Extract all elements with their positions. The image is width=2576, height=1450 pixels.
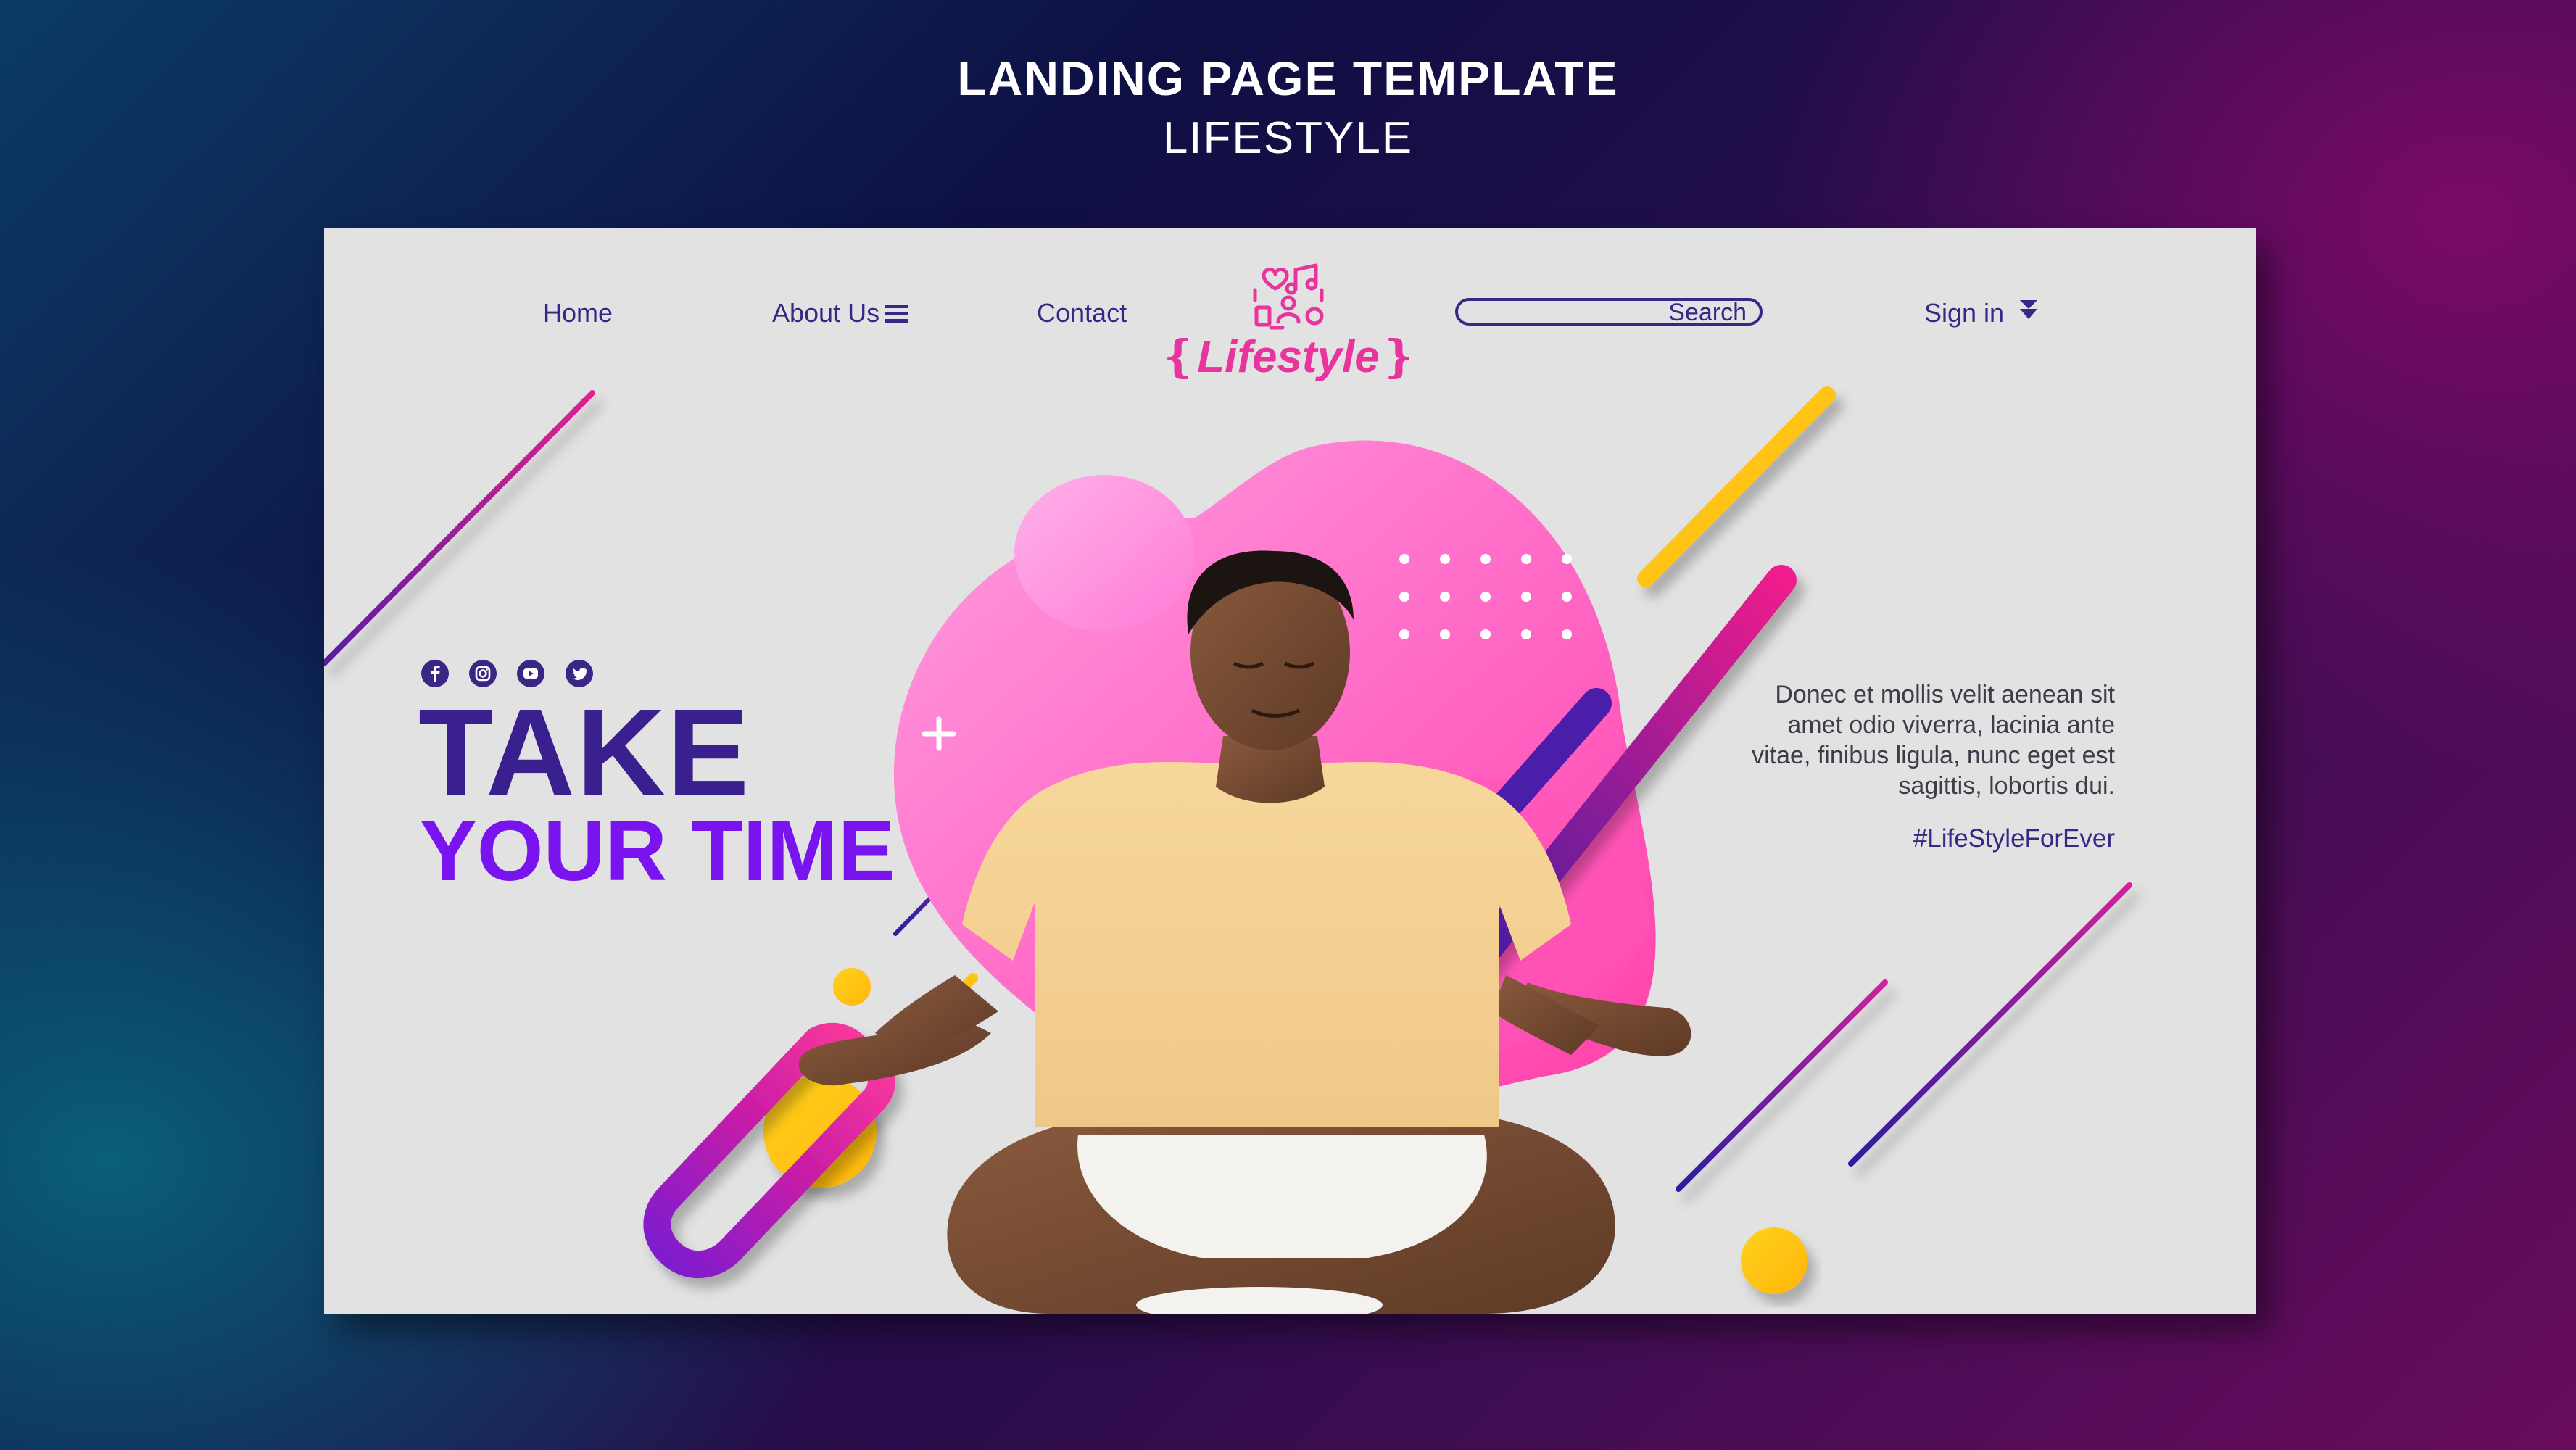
hero-headline-line2: YOUR TIME (420, 803, 895, 899)
logo-text[interactable]: ❴Lifestyle❵ (1107, 330, 1470, 383)
nav-home-link[interactable]: Home (543, 298, 613, 328)
hero-headline-line1: TAKE (418, 684, 751, 821)
chevron-down-icon (2020, 300, 2038, 319)
nav-contact-link[interactable]: Contact (1037, 298, 1127, 328)
lifestyle-icon[interactable] (1249, 260, 1329, 332)
search-input[interactable]: Search (1455, 298, 1763, 326)
sign-in-label: Sign in (1924, 298, 2005, 328)
sign-in-button[interactable]: Sign in (1924, 298, 2039, 328)
nav-about-link[interactable]: About Us (772, 298, 909, 328)
hero-description: Donec et mollis velit aenean sit amet od… (1752, 681, 2115, 800)
menu-icon (885, 304, 909, 323)
nav-about-label: About Us (772, 298, 880, 328)
page-subtitle: LIFESTYLE (1162, 113, 1414, 163)
landing-page-card: Home About Us Contact ❴Lifestyle❵ Search… (324, 228, 2256, 1314)
hashtag-link[interactable]: #LifeStyleForEver (1731, 824, 2115, 853)
search-label: Search (1668, 299, 1747, 326)
page-title: LANDING PAGE TEMPLATE (957, 51, 1619, 105)
